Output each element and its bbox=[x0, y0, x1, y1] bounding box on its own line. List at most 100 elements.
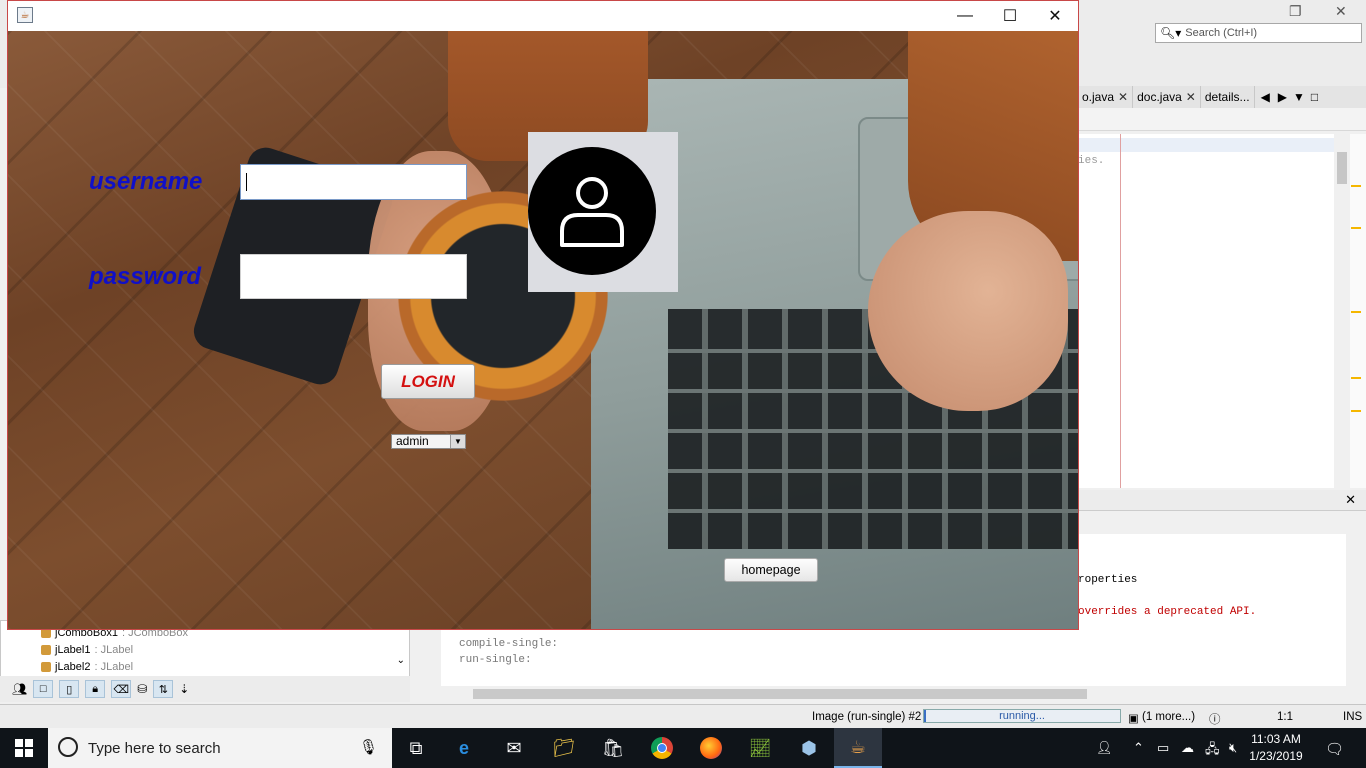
close-button[interactable]: ✕ bbox=[1032, 1, 1078, 31]
code-editor[interactable] bbox=[1078, 134, 1334, 488]
connection-icon[interactable]: ⛁ bbox=[137, 682, 147, 696]
store-icon[interactable]: 🛍︎ bbox=[589, 728, 637, 768]
scrollbar-thumb[interactable] bbox=[473, 689, 1087, 699]
volume-muted-icon[interactable]: 🔇︎ bbox=[1229, 740, 1237, 756]
taskbar-search[interactable]: Type here to search 🎙︎ bbox=[48, 728, 392, 768]
warning-marker[interactable] bbox=[1351, 227, 1361, 229]
clock-date: 1/23/2019 bbox=[1249, 749, 1303, 763]
warning-marker[interactable] bbox=[1351, 410, 1361, 412]
maximize-editor-icon[interactable]: □ bbox=[1311, 90, 1318, 104]
role-selected-value: admin bbox=[396, 434, 429, 448]
chevron-up-icon[interactable]: ⌃ bbox=[1133, 740, 1144, 756]
file-explorer-icon[interactable]: 📁︎ bbox=[540, 728, 588, 768]
task-view-icon[interactable]: ⧉ bbox=[392, 728, 440, 768]
mail-icon[interactable]: ✉ bbox=[490, 728, 538, 768]
output-horizontal-scrollbar[interactable] bbox=[457, 686, 1343, 702]
output-line: overrides a deprecated API. bbox=[1078, 606, 1257, 618]
role-select[interactable]: admin ▼ bbox=[391, 434, 466, 449]
password-input[interactable] bbox=[241, 255, 466, 298]
tab-list-dropdown-icon[interactable]: ▼ bbox=[1293, 90, 1305, 104]
eraser-icon[interactable]: ⌫ bbox=[111, 680, 132, 698]
scroll-tabs-left-icon[interactable]: ◀ bbox=[1261, 90, 1270, 104]
navigator-item[interactable]: jLabel1 : JLabel bbox=[41, 644, 133, 656]
search-icon: 🔍︎▾ bbox=[1160, 26, 1182, 40]
output-line: roperties bbox=[1078, 574, 1138, 586]
username-label: username bbox=[89, 168, 203, 195]
navigator-item-name: jLabel2 bbox=[55, 661, 91, 673]
ide-status-bar: Image (run-single) #2 running... ▣ (1 mo… bbox=[0, 704, 1366, 728]
username-input[interactable] bbox=[241, 165, 466, 199]
ide-close-button[interactable]: ✕ bbox=[1335, 3, 1347, 20]
close-icon[interactable]: ✕ bbox=[1118, 90, 1128, 104]
scrollbar-thumb[interactable] bbox=[1337, 152, 1347, 184]
minimize-button[interactable]: — bbox=[942, 1, 988, 31]
password-label: password bbox=[89, 263, 202, 290]
notifications-icon[interactable]: ⓘ bbox=[1209, 711, 1221, 727]
spreadsheet-icon[interactable]: 📈︎ bbox=[736, 728, 784, 768]
more-tasks-link[interactable]: (1 more...) bbox=[1142, 711, 1195, 723]
warning-marker[interactable] bbox=[1351, 311, 1361, 313]
close-icon[interactable]: ✕ bbox=[1186, 90, 1196, 104]
close-icon[interactable]: ✕ bbox=[1345, 492, 1356, 508]
scroll-tabs-right-icon[interactable]: ▶ bbox=[1278, 90, 1287, 104]
windows-icon bbox=[15, 739, 33, 757]
clock[interactable]: 11:03 AM 1/23/2019 bbox=[1238, 731, 1314, 765]
clock-time: 11:03 AM bbox=[1251, 732, 1301, 746]
login-button[interactable]: LOGIN bbox=[381, 364, 475, 399]
progress-fill bbox=[924, 710, 926, 722]
chevron-down-icon[interactable]: ⌄ bbox=[397, 655, 405, 666]
output-line: compile-single: bbox=[459, 638, 559, 650]
maximize-button[interactable]: ☐ bbox=[987, 1, 1033, 31]
keyboard-row-gap bbox=[668, 509, 1078, 513]
username-field[interactable] bbox=[240, 164, 467, 200]
components-icon[interactable]: 👥︎ bbox=[12, 682, 27, 696]
editor-toolbar bbox=[1078, 108, 1366, 131]
homepage-button[interactable]: homepage bbox=[724, 558, 818, 582]
tab-label: doc.java bbox=[1137, 90, 1182, 104]
chevron-down-icon[interactable]: ▼ bbox=[450, 435, 465, 448]
people-icon[interactable]: 👤︎ bbox=[1096, 740, 1113, 756]
ide-search-field[interactable]: 🔍︎▾ Search (Ctrl+I) bbox=[1155, 23, 1362, 43]
editor-vertical-scrollbar[interactable] bbox=[1334, 134, 1350, 488]
edge-icon[interactable]: e bbox=[440, 728, 488, 768]
search-icon bbox=[58, 737, 78, 757]
battery-icon[interactable]: ▭ bbox=[1157, 740, 1169, 756]
tasks-icon[interactable]: ▣ bbox=[1128, 711, 1139, 725]
start-button[interactable] bbox=[0, 728, 48, 768]
password-field[interactable] bbox=[240, 254, 467, 299]
warning-marker[interactable] bbox=[1351, 185, 1361, 187]
firefox-icon[interactable] bbox=[687, 728, 735, 768]
navigator-item[interactable]: jLabel2 : JLabel bbox=[41, 661, 133, 673]
navigator-item-name: jLabel1 bbox=[55, 644, 91, 656]
component-icon bbox=[41, 645, 51, 655]
task-progress-bar[interactable]: running... bbox=[923, 709, 1121, 723]
text-caret bbox=[246, 173, 247, 191]
microphone-icon[interactable]: 🎙︎ bbox=[359, 738, 378, 756]
tab-doc-java[interactable]: doc.java ✕ bbox=[1133, 86, 1201, 108]
user-icon bbox=[528, 147, 656, 275]
sort-icon[interactable]: ⇅ bbox=[153, 680, 174, 698]
window-titlebar[interactable]: ☕︎ — ☐ ✕ bbox=[8, 1, 1078, 31]
warning-marker[interactable] bbox=[1351, 377, 1361, 379]
sort-desc-icon[interactable]: ⇣ bbox=[179, 682, 189, 696]
code-fragment: ies. bbox=[1078, 155, 1105, 167]
onedrive-icon[interactable]: ☁︎ bbox=[1181, 740, 1194, 756]
current-line-highlight bbox=[1078, 138, 1334, 152]
show-frame-icon[interactable]: □ bbox=[33, 680, 54, 698]
output-vertical-scrollbar[interactable] bbox=[1346, 534, 1363, 686]
tab-o-java[interactable]: o.java ✕ bbox=[1078, 86, 1134, 108]
network-icon[interactable]: 🖧︎ bbox=[1205, 740, 1220, 762]
task-name: Image (run-single) #2 bbox=[812, 711, 922, 723]
java-icon: ☕︎ bbox=[17, 7, 33, 23]
netbeans-icon[interactable]: ⬢ bbox=[785, 728, 833, 768]
login-panel: username password LOGIN admin ▼ homepage bbox=[8, 31, 1078, 629]
notification-center-icon[interactable]: 🗨︎ bbox=[1325, 740, 1344, 758]
tab-details[interactable]: details... bbox=[1201, 86, 1255, 108]
show-panel-icon[interactable]: ▯ bbox=[59, 680, 80, 698]
output-toolbar: ✕ bbox=[1078, 490, 1366, 511]
java-app-icon[interactable]: ☕︎ bbox=[834, 728, 882, 768]
ide-restore-button[interactable]: ❐ bbox=[1289, 3, 1302, 20]
editor-tabs: o.java ✕ doc.java ✕ details... ◀ ▶ ▼ □ bbox=[1078, 86, 1366, 109]
chrome-icon[interactable] bbox=[638, 728, 686, 768]
lock-icon[interactable]: 🔒︎ bbox=[85, 680, 106, 698]
